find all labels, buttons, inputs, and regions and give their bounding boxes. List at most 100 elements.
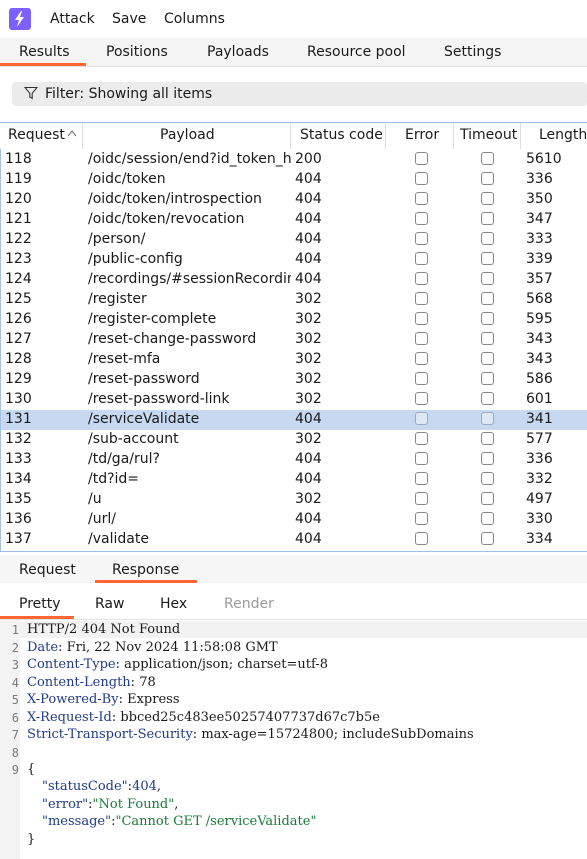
error-checkbox[interactable]	[415, 432, 428, 445]
error-checkbox[interactable]	[415, 252, 428, 265]
error-checkbox[interactable]	[415, 392, 428, 405]
timeout-checkbox[interactable]	[481, 392, 494, 405]
error-checkbox[interactable]	[415, 312, 428, 325]
error-checkbox[interactable]	[415, 152, 428, 165]
header-name: Content-Type	[27, 657, 116, 672]
table-row[interactable]: 120/oidc/token/introspection 404 350	[1, 190, 587, 210]
col-divider[interactable]	[82, 123, 83, 149]
cell-payload: /recordings/#sessionRecordings	[88, 271, 291, 287]
tab-pretty[interactable]: Pretty	[19, 596, 61, 612]
cell-payload: /reset-change-password	[88, 331, 257, 347]
timeout-checkbox[interactable]	[481, 272, 494, 285]
cell-payload: /url/	[88, 511, 116, 527]
cell-status-code: 404	[295, 511, 322, 527]
timeout-checkbox[interactable]	[481, 292, 494, 305]
table-row[interactable]: 123/public-config 404 339	[1, 250, 587, 270]
menu-attack[interactable]: Attack	[50, 11, 95, 27]
error-checkbox[interactable]	[415, 492, 428, 505]
table-row[interactable]: 127/reset-change-password 302 343	[1, 330, 587, 350]
col-payload[interactable]: Payload	[160, 127, 215, 143]
tab-request[interactable]: Request	[19, 562, 76, 578]
cell-status-code: 404	[295, 211, 322, 227]
table-row[interactable]: 121/oidc/token/revocation 404 347	[1, 210, 587, 230]
header-name: Date	[27, 640, 59, 655]
json-open-brace: {	[27, 762, 36, 777]
timeout-checkbox[interactable]	[481, 412, 494, 425]
col-divider[interactable]	[520, 123, 521, 149]
timeout-checkbox[interactable]	[481, 492, 494, 505]
timeout-checkbox[interactable]	[481, 352, 494, 365]
table-row[interactable]: 136/url/404 330	[1, 510, 587, 530]
error-checkbox[interactable]	[415, 372, 428, 385]
col-divider[interactable]	[453, 123, 454, 149]
col-request[interactable]: Request	[8, 127, 65, 143]
table-row[interactable]: 131/serviceValidate 404 341	[1, 410, 587, 430]
timeout-checkbox[interactable]	[481, 432, 494, 445]
table-row[interactable]: 134/td?id= 404 332	[1, 470, 587, 490]
tab-results[interactable]: Results	[19, 44, 70, 60]
cell-request: 134	[5, 471, 32, 487]
tab-settings[interactable]: Settings	[444, 44, 501, 60]
table-row[interactable]: 125/register 302 568	[1, 290, 587, 310]
error-checkbox[interactable]	[415, 512, 428, 525]
error-checkbox[interactable]	[415, 192, 428, 205]
error-checkbox[interactable]	[415, 352, 428, 365]
line-number: 8	[11, 746, 19, 760]
col-error[interactable]: Error	[405, 127, 439, 143]
error-checkbox[interactable]	[415, 452, 428, 465]
error-checkbox[interactable]	[415, 332, 428, 345]
error-checkbox[interactable]	[415, 272, 428, 285]
timeout-checkbox[interactable]	[481, 512, 494, 525]
timeout-checkbox[interactable]	[481, 192, 494, 205]
error-checkbox[interactable]	[415, 532, 428, 545]
table-row[interactable]: 133/td/ga/rul? 404 336	[1, 450, 587, 470]
tab-positions[interactable]: Positions	[106, 44, 168, 60]
error-checkbox[interactable]	[415, 472, 428, 485]
timeout-checkbox[interactable]	[481, 452, 494, 465]
col-length[interactable]: Length	[539, 127, 587, 143]
table-row[interactable]: 130/reset-password-link 302 601	[1, 390, 587, 410]
timeout-checkbox[interactable]	[481, 312, 494, 325]
timeout-checkbox[interactable]	[481, 372, 494, 385]
response-header-line: Content-Length: 78	[27, 675, 156, 690]
table-row[interactable]: 122/person/404 333	[1, 230, 587, 250]
col-timeout[interactable]: Timeout	[460, 127, 517, 143]
tab-response[interactable]: Response	[112, 562, 179, 578]
timeout-checkbox[interactable]	[481, 232, 494, 245]
timeout-checkbox[interactable]	[481, 532, 494, 545]
tab-resource-pool[interactable]: Resource pool	[307, 44, 406, 60]
cell-payload: /oidc/token/introspection	[88, 191, 262, 207]
table-row[interactable]: 126/register-complete 302 595	[1, 310, 587, 330]
error-checkbox[interactable]	[415, 212, 428, 225]
table-row[interactable]: 128/reset-mfa 302 343	[1, 350, 587, 370]
timeout-checkbox[interactable]	[481, 252, 494, 265]
error-checkbox[interactable]	[415, 412, 428, 425]
menu-save[interactable]: Save	[112, 11, 146, 27]
table-row[interactable]: 118/oidc/session/end?id_token_hint 200 561…	[1, 150, 587, 170]
tab-hex[interactable]: Hex	[160, 596, 187, 612]
timeout-checkbox[interactable]	[481, 212, 494, 225]
tab-raw[interactable]: Raw	[95, 596, 124, 612]
table-row[interactable]: 132/sub-account 302 577	[1, 430, 587, 450]
table-row[interactable]: 129/reset-password 302 586	[1, 370, 587, 390]
menu-columns[interactable]: Columns	[164, 11, 225, 27]
table-row[interactable]: 119/oidc/token 404 336	[1, 170, 587, 190]
error-checkbox[interactable]	[415, 172, 428, 185]
tab-payloads[interactable]: Payloads	[207, 44, 269, 60]
table-row[interactable]: 135/u 302 497	[1, 490, 587, 510]
cell-status-code: 404	[295, 471, 322, 487]
col-divider[interactable]	[290, 123, 291, 149]
timeout-checkbox[interactable]	[481, 152, 494, 165]
tab-render[interactable]: Render	[224, 596, 274, 612]
error-checkbox[interactable]	[415, 292, 428, 305]
table-row[interactable]: 124/recordings/#sessionRecordings 404 357	[1, 270, 587, 290]
col-divider[interactable]	[385, 123, 386, 149]
cell-status-code: 404	[295, 171, 322, 187]
col-status-code[interactable]: Status code	[300, 127, 383, 143]
timeout-checkbox[interactable]	[481, 172, 494, 185]
error-checkbox[interactable]	[415, 232, 428, 245]
timeout-checkbox[interactable]	[481, 472, 494, 485]
timeout-checkbox[interactable]	[481, 332, 494, 345]
table-row[interactable]: 137/validate 404 334	[1, 530, 587, 550]
filter-label[interactable]: Filter: Showing all items	[45, 86, 212, 102]
